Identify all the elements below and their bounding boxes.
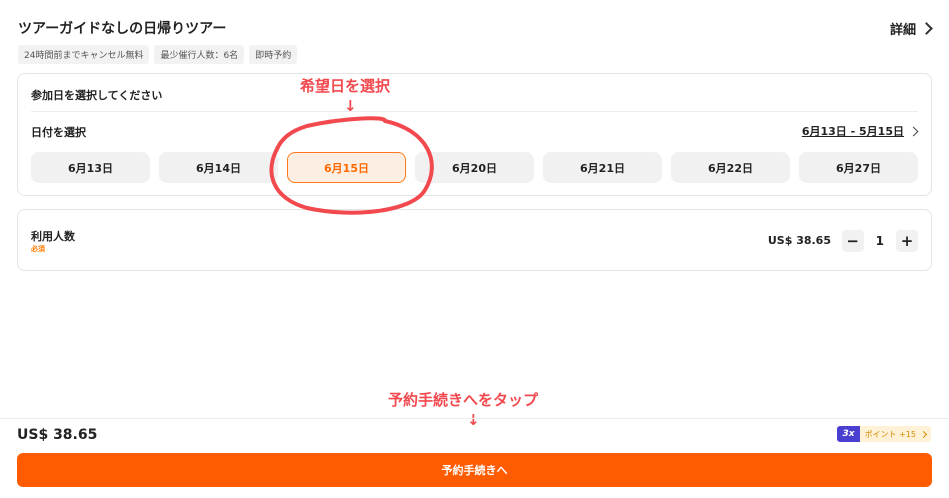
details-link[interactable]: 詳細 [889,19,933,38]
quantity-value: 1 [875,234,884,248]
points-label: ポイント +15 [864,429,916,439]
chevron-right-icon [919,430,928,438]
divider [31,111,918,112]
annotation-circle [269,116,434,215]
annotation-tap-booking: 予約手続きへをタップ [388,391,539,409]
chevron-right-icon [908,126,919,136]
tag-list: 24時間前までキャンセル無料 最少催行人数：6名 即時予約 [18,45,298,64]
points-badge[interactable]: 3x ポイント +15 [837,426,931,442]
select-date-label: 日付を選択 [31,126,86,139]
total-price: US$ 38.65 [17,427,98,443]
tag-instant-booking: 即時予約 [249,45,298,64]
date-chip[interactable]: 6月13日 [31,152,150,183]
proceed-to-booking-button[interactable]: 予約手続きへ [17,453,932,487]
tag-cancellation: 24時間前までキャンセル無料 [18,45,150,64]
participants-label: 利用人数 [31,230,75,243]
unit-price: US$ 38.65 [767,234,831,247]
date-chip-list: 6月13日 6月14日 6月15日 6月20日 6月21日 6月22日 6月27… [31,152,918,183]
date-range-label: 6月13日 - 5月15日 [801,125,904,138]
required-label: 必須 [31,245,45,253]
participants-card: 利用人数 必須 US$ 38.65 − 1 + [17,209,932,271]
annotation-arrow-down-icon: ↓ [467,411,480,429]
tour-title: ツアーガイドなしの日帰りツアー [18,21,227,37]
date-chip[interactable]: 6月27日 [799,152,918,183]
chevron-right-icon [920,22,933,35]
tag-min-participants: 最少催行人数：6名 [154,45,245,64]
quantity-stepper: − 1 + [841,230,918,252]
date-chip[interactable]: 6月21日 [543,152,662,183]
increment-button[interactable]: + [896,230,918,252]
decrement-button[interactable]: − [841,230,864,252]
date-chip[interactable]: 6月14日 [159,152,278,183]
date-selection-card: 参加日を選択してください 日付を選択 6月13日 - 5月15日 6月13日 6… [17,73,932,196]
date-chip[interactable]: 6月22日 [671,152,790,183]
points-multiplier: 3x [837,426,860,442]
footer-divider [0,418,949,419]
date-range-link[interactable]: 6月13日 - 5月15日 [801,123,919,139]
details-label: 詳細 [889,23,916,38]
date-section-header: 参加日を選択してください [31,89,163,102]
annotation-select-date: 希望日を選択 [300,77,391,95]
